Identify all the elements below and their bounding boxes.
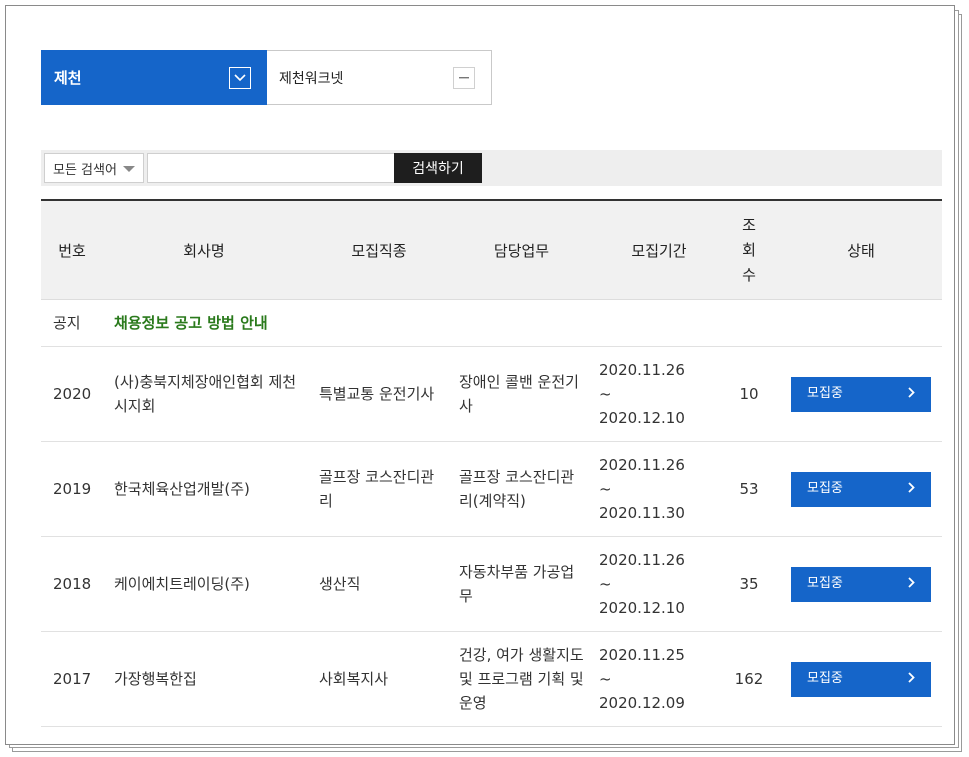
row-status: 모집중 xyxy=(791,537,931,631)
row-num: 2017 xyxy=(53,670,92,688)
chevron-right-icon xyxy=(908,667,915,691)
header-job: 모집직종 xyxy=(351,242,407,260)
row-period: 2020.11.26 ~ 2020.12.10 xyxy=(599,347,709,441)
search-input[interactable] xyxy=(147,153,395,183)
row-job: 생산직 xyxy=(319,575,361,593)
row-period: 2020.11.26 ~ 2020.11.30 xyxy=(599,442,709,536)
header-duty: 담당업무 xyxy=(493,242,550,260)
period-start: 2020.11.26 xyxy=(599,551,685,569)
notice-label: 공지 xyxy=(53,314,81,332)
row-company-link[interactable]: 한국체육산업개발(주) xyxy=(114,442,304,536)
status-button[interactable]: 모집중 xyxy=(791,566,931,602)
job-table: 번호 회사명 모집직종 담당업무 모집기간 조 회 수 상태 공지 채용정보 공… xyxy=(41,199,942,727)
period-end: 2020.12.09 xyxy=(599,694,685,712)
search-button[interactable]: 검색하기 xyxy=(394,153,482,183)
chevron-right-icon xyxy=(908,477,915,501)
chevron-right-icon xyxy=(908,382,915,406)
search-bar: 모든 검색어 검색하기 xyxy=(41,150,942,186)
header-company: 회사명 xyxy=(183,242,225,260)
period-end: 2020.12.10 xyxy=(599,409,685,427)
period-end: 2020.11.30 xyxy=(599,504,685,522)
row-views: 10 xyxy=(739,385,759,403)
row-duty: 골프장 코스잔디관리(계약직) xyxy=(459,468,575,510)
status-label: 모집중 xyxy=(807,481,843,496)
minus-icon[interactable] xyxy=(453,66,475,89)
status-button[interactable]: 모집중 xyxy=(791,661,931,697)
status-label: 모집중 xyxy=(807,576,843,591)
region-main-tab[interactable]: 제천 xyxy=(41,50,267,105)
row-status: 모집중 xyxy=(791,347,931,441)
header-period: 모집기간 xyxy=(631,242,687,260)
period-start: 2020.11.26 xyxy=(599,456,685,474)
row-num: 2020 xyxy=(53,385,92,403)
table-row[interactable]: 2017 가장행복한집 사회복지사 건강, 여가 생활지도 및 프로그램 기획 … xyxy=(41,632,942,727)
notice-row[interactable]: 공지 채용정보 공고 방법 안내 xyxy=(41,300,942,347)
row-status: 모집중 xyxy=(791,632,931,726)
table-header: 번호 회사명 모집직종 담당업무 모집기간 조 회 수 상태 xyxy=(41,199,942,300)
period-start: 2020.11.26 xyxy=(599,361,685,379)
period-separator: ~ xyxy=(599,480,612,498)
row-duty: 건강, 여가 생활지도 및 프로그램 기획 및 운영 xyxy=(459,646,584,712)
table-row[interactable]: 2019 한국체육산업개발(주) 골프장 코스잔디관리 골프장 코스잔디관리(계… xyxy=(41,442,942,537)
header-num: 번호 xyxy=(58,242,86,260)
region-selector: 제천 제천워크넷 xyxy=(41,50,492,105)
period-start: 2020.11.25 xyxy=(599,646,685,664)
period-separator: ~ xyxy=(599,670,612,688)
period-end: 2020.12.10 xyxy=(599,599,685,617)
header-status: 상태 xyxy=(847,242,875,260)
status-label: 모집중 xyxy=(807,386,843,401)
region-main-label: 제천 xyxy=(54,69,82,87)
row-job: 골프장 코스잔디관리 xyxy=(319,468,435,510)
status-button[interactable]: 모집중 xyxy=(791,471,931,507)
status-button[interactable]: 모집중 xyxy=(791,376,931,412)
row-job: 사회복지사 xyxy=(319,670,389,688)
row-job: 특별교통 운전기사 xyxy=(319,385,435,403)
row-company-link[interactable]: 케이에치트레이딩(주) xyxy=(114,537,304,631)
table-row[interactable]: 2020 (사)충북지체장애인협회 제천시지회 특별교통 운전기사 장애인 콜밴… xyxy=(41,347,942,442)
row-company-link[interactable]: (사)충북지체장애인협회 제천시지회 xyxy=(114,347,304,441)
period-separator: ~ xyxy=(599,575,612,593)
row-duty: 장애인 콜밴 운전기사 xyxy=(459,373,579,415)
header-views: 조 회 수 xyxy=(742,216,756,284)
row-views: 162 xyxy=(734,670,764,688)
status-label: 모집중 xyxy=(807,671,843,686)
table-row[interactable]: 2018 케이에치트레이딩(주) 생산직 자동차부품 가공업무 2020.11.… xyxy=(41,537,942,632)
row-num: 2018 xyxy=(53,575,92,593)
row-company-link[interactable]: 가장행복한집 xyxy=(114,632,304,726)
search-type-value: 모든 검색어 xyxy=(53,162,117,178)
search-type-select[interactable]: 모든 검색어 xyxy=(44,153,144,183)
row-num: 2019 xyxy=(53,480,92,498)
notice-title-link[interactable]: 채용정보 공고 방법 안내 xyxy=(114,300,514,346)
row-duty: 자동차부품 가공업무 xyxy=(459,563,575,605)
chevron-down-icon[interactable] xyxy=(229,66,251,89)
chevron-right-icon xyxy=(908,572,915,596)
caret-down-icon xyxy=(123,166,135,172)
period-separator: ~ xyxy=(599,385,612,403)
row-period: 2020.11.25 ~ 2020.12.09 xyxy=(599,632,709,726)
region-sub-label: 제천워크넷 xyxy=(279,70,344,87)
page: 제천 제천워크넷 모든 검색어 검색하기 번호 회사명 모집직종 담당업무 모집… xyxy=(5,5,955,745)
row-views: 53 xyxy=(739,480,759,498)
region-sub-tab[interactable]: 제천워크넷 xyxy=(267,50,492,105)
row-status: 모집중 xyxy=(791,442,931,536)
row-views: 35 xyxy=(739,575,759,593)
row-period: 2020.11.26 ~ 2020.12.10 xyxy=(599,537,709,631)
